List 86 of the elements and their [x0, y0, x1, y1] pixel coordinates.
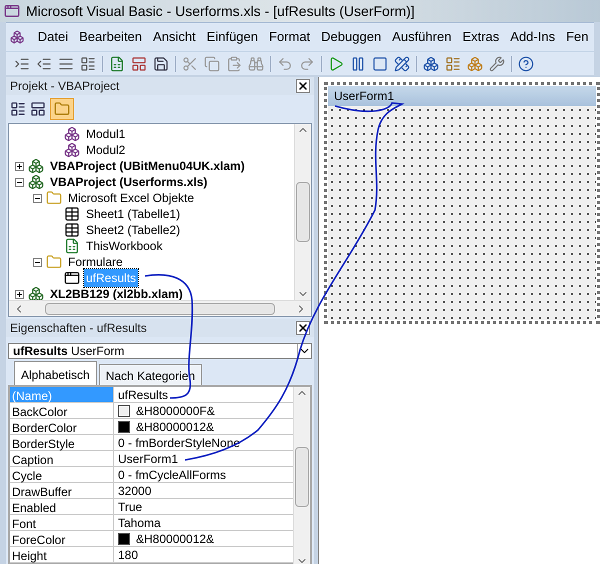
app-icon: [4, 3, 20, 19]
property-value[interactable]: &H80000012&: [136, 418, 214, 436]
object-dropdown[interactable]: ufResults UserForm: [8, 343, 312, 359]
module-icon[interactable]: [64, 142, 80, 158]
close-icon[interactable]: [296, 321, 310, 335]
menu-item[interactable]: Fen: [560, 27, 594, 47]
outdent-icon[interactable]: [36, 56, 52, 72]
list-icon[interactable]: [80, 56, 96, 72]
property-value[interactable]: 0 - fmCycleAllForms: [118, 466, 226, 484]
property-name[interactable]: Caption: [10, 451, 114, 466]
menu-item[interactable]: Format: [264, 27, 316, 47]
property-name[interactable]: Enabled: [10, 499, 114, 514]
expand-toggle[interactable]: [15, 290, 24, 298]
panel-title: Eigenschaften - ufResults: [10, 320, 147, 337]
userform[interactable]: UserForm1: [328, 86, 596, 320]
tree-item[interactable]: Modul1: [84, 125, 128, 143]
property-value[interactable]: Tahoma: [118, 514, 161, 532]
form-icon[interactable]: [64, 270, 80, 286]
tree-item[interactable]: VBAProject (UBitMenu04UK.xlam): [48, 157, 247, 175]
vertical-scrollbar[interactable]: [293, 387, 310, 564]
property-name[interactable]: ForeColor: [10, 531, 114, 546]
project-icon[interactable]: [28, 174, 44, 190]
menu-item[interactable]: Debuggen: [316, 27, 387, 47]
form-caption: UserForm1: [334, 88, 394, 105]
scroll-thumb[interactable]: [296, 182, 310, 242]
horizontal-scrollbar[interactable]: [9, 300, 311, 316]
menu-item[interactable]: Bearbeiten: [74, 27, 148, 47]
spreadsheet-icon[interactable]: [109, 56, 125, 72]
menu-item[interactable]: Extras: [456, 27, 505, 47]
folder-icon: [54, 101, 70, 117]
property-name[interactable]: BorderStyle: [10, 435, 114, 450]
module-icon[interactable]: [64, 126, 80, 142]
project-icon[interactable]: [423, 56, 439, 72]
collapse-toggle[interactable]: [33, 258, 42, 266]
dropdown-arrow-icon[interactable]: [297, 344, 311, 358]
list-icon[interactable]: [58, 56, 74, 72]
property-value[interactable]: &H8000000F&: [136, 402, 215, 420]
menu-item[interactable]: Ansicht: [148, 27, 202, 47]
property-value[interactable]: &H80000012&: [136, 530, 214, 548]
help-icon[interactable]: [518, 56, 534, 72]
menu-item[interactable]: Datei: [32, 27, 74, 47]
project-icon[interactable]: [28, 158, 44, 174]
tab[interactable]: Alphabetisch: [14, 361, 97, 385]
workbook-icon[interactable]: [64, 238, 80, 254]
menu-item[interactable]: Add-Ins: [504, 27, 561, 47]
property-value[interactable]: 0 - fmBorderStyleNone: [118, 434, 240, 452]
save-icon[interactable]: [153, 56, 169, 72]
play-icon[interactable]: [328, 56, 344, 72]
toggle-folders-button[interactable]: [50, 98, 74, 120]
project-icon[interactable]: [28, 286, 44, 300]
tree-item[interactable]: Modul2: [84, 141, 128, 159]
tree-item[interactable]: Microsoft Excel Objekte: [66, 189, 196, 207]
tree-item[interactable]: VBAProject (Userforms.xls): [48, 173, 210, 191]
sheet-icon[interactable]: [64, 222, 80, 238]
scroll-thumb[interactable]: [45, 302, 275, 314]
tree-item[interactable]: Sheet2 (Tabelle2): [84, 221, 182, 239]
collapse-toggle[interactable]: [33, 194, 42, 202]
property-value[interactable]: 32000: [118, 482, 152, 500]
property-value[interactable]: ufResults: [118, 386, 168, 404]
property-name[interactable]: Cycle: [10, 467, 114, 482]
stop-icon[interactable]: [372, 56, 388, 72]
property-name[interactable]: Font: [10, 515, 114, 530]
indent-icon[interactable]: [14, 56, 30, 72]
tools-icon[interactable]: [489, 56, 505, 72]
property-name[interactable]: DrawBuffer: [10, 483, 114, 498]
property-name[interactable]: BackColor: [10, 403, 114, 418]
window-title: Microsoft Visual Basic - Userforms.xls - [ufResults (UserForm)]: [26, 2, 415, 21]
property-value[interactable]: True: [118, 498, 142, 516]
collapse-toggle[interactable]: [15, 178, 24, 186]
pause-icon[interactable]: [350, 56, 366, 72]
tree-item[interactable]: Formulare: [66, 253, 125, 271]
property-value[interactable]: UserForm1: [118, 450, 178, 468]
sheet-icon[interactable]: [64, 206, 80, 222]
scroll-thumb[interactable]: [295, 447, 309, 507]
vba-logo-icon: [10, 29, 24, 45]
close-icon[interactable]: [296, 79, 310, 93]
expand-toggle[interactable]: [15, 162, 24, 170]
menu-item[interactable]: Ausführen: [386, 27, 457, 47]
property-name[interactable]: Height: [10, 547, 114, 562]
property-value[interactable]: 180: [118, 546, 138, 564]
tree-item[interactable]: Sheet1 (Tabelle1): [84, 205, 182, 223]
panel-title: Projekt - VBAProject: [10, 78, 120, 95]
tree-item[interactable]: ThisWorkbook: [84, 237, 164, 255]
vertical-scrollbar[interactable]: [294, 124, 311, 300]
property-name[interactable]: BorderColor: [10, 419, 114, 434]
menu-item[interactable]: Einfügen: [201, 27, 264, 47]
